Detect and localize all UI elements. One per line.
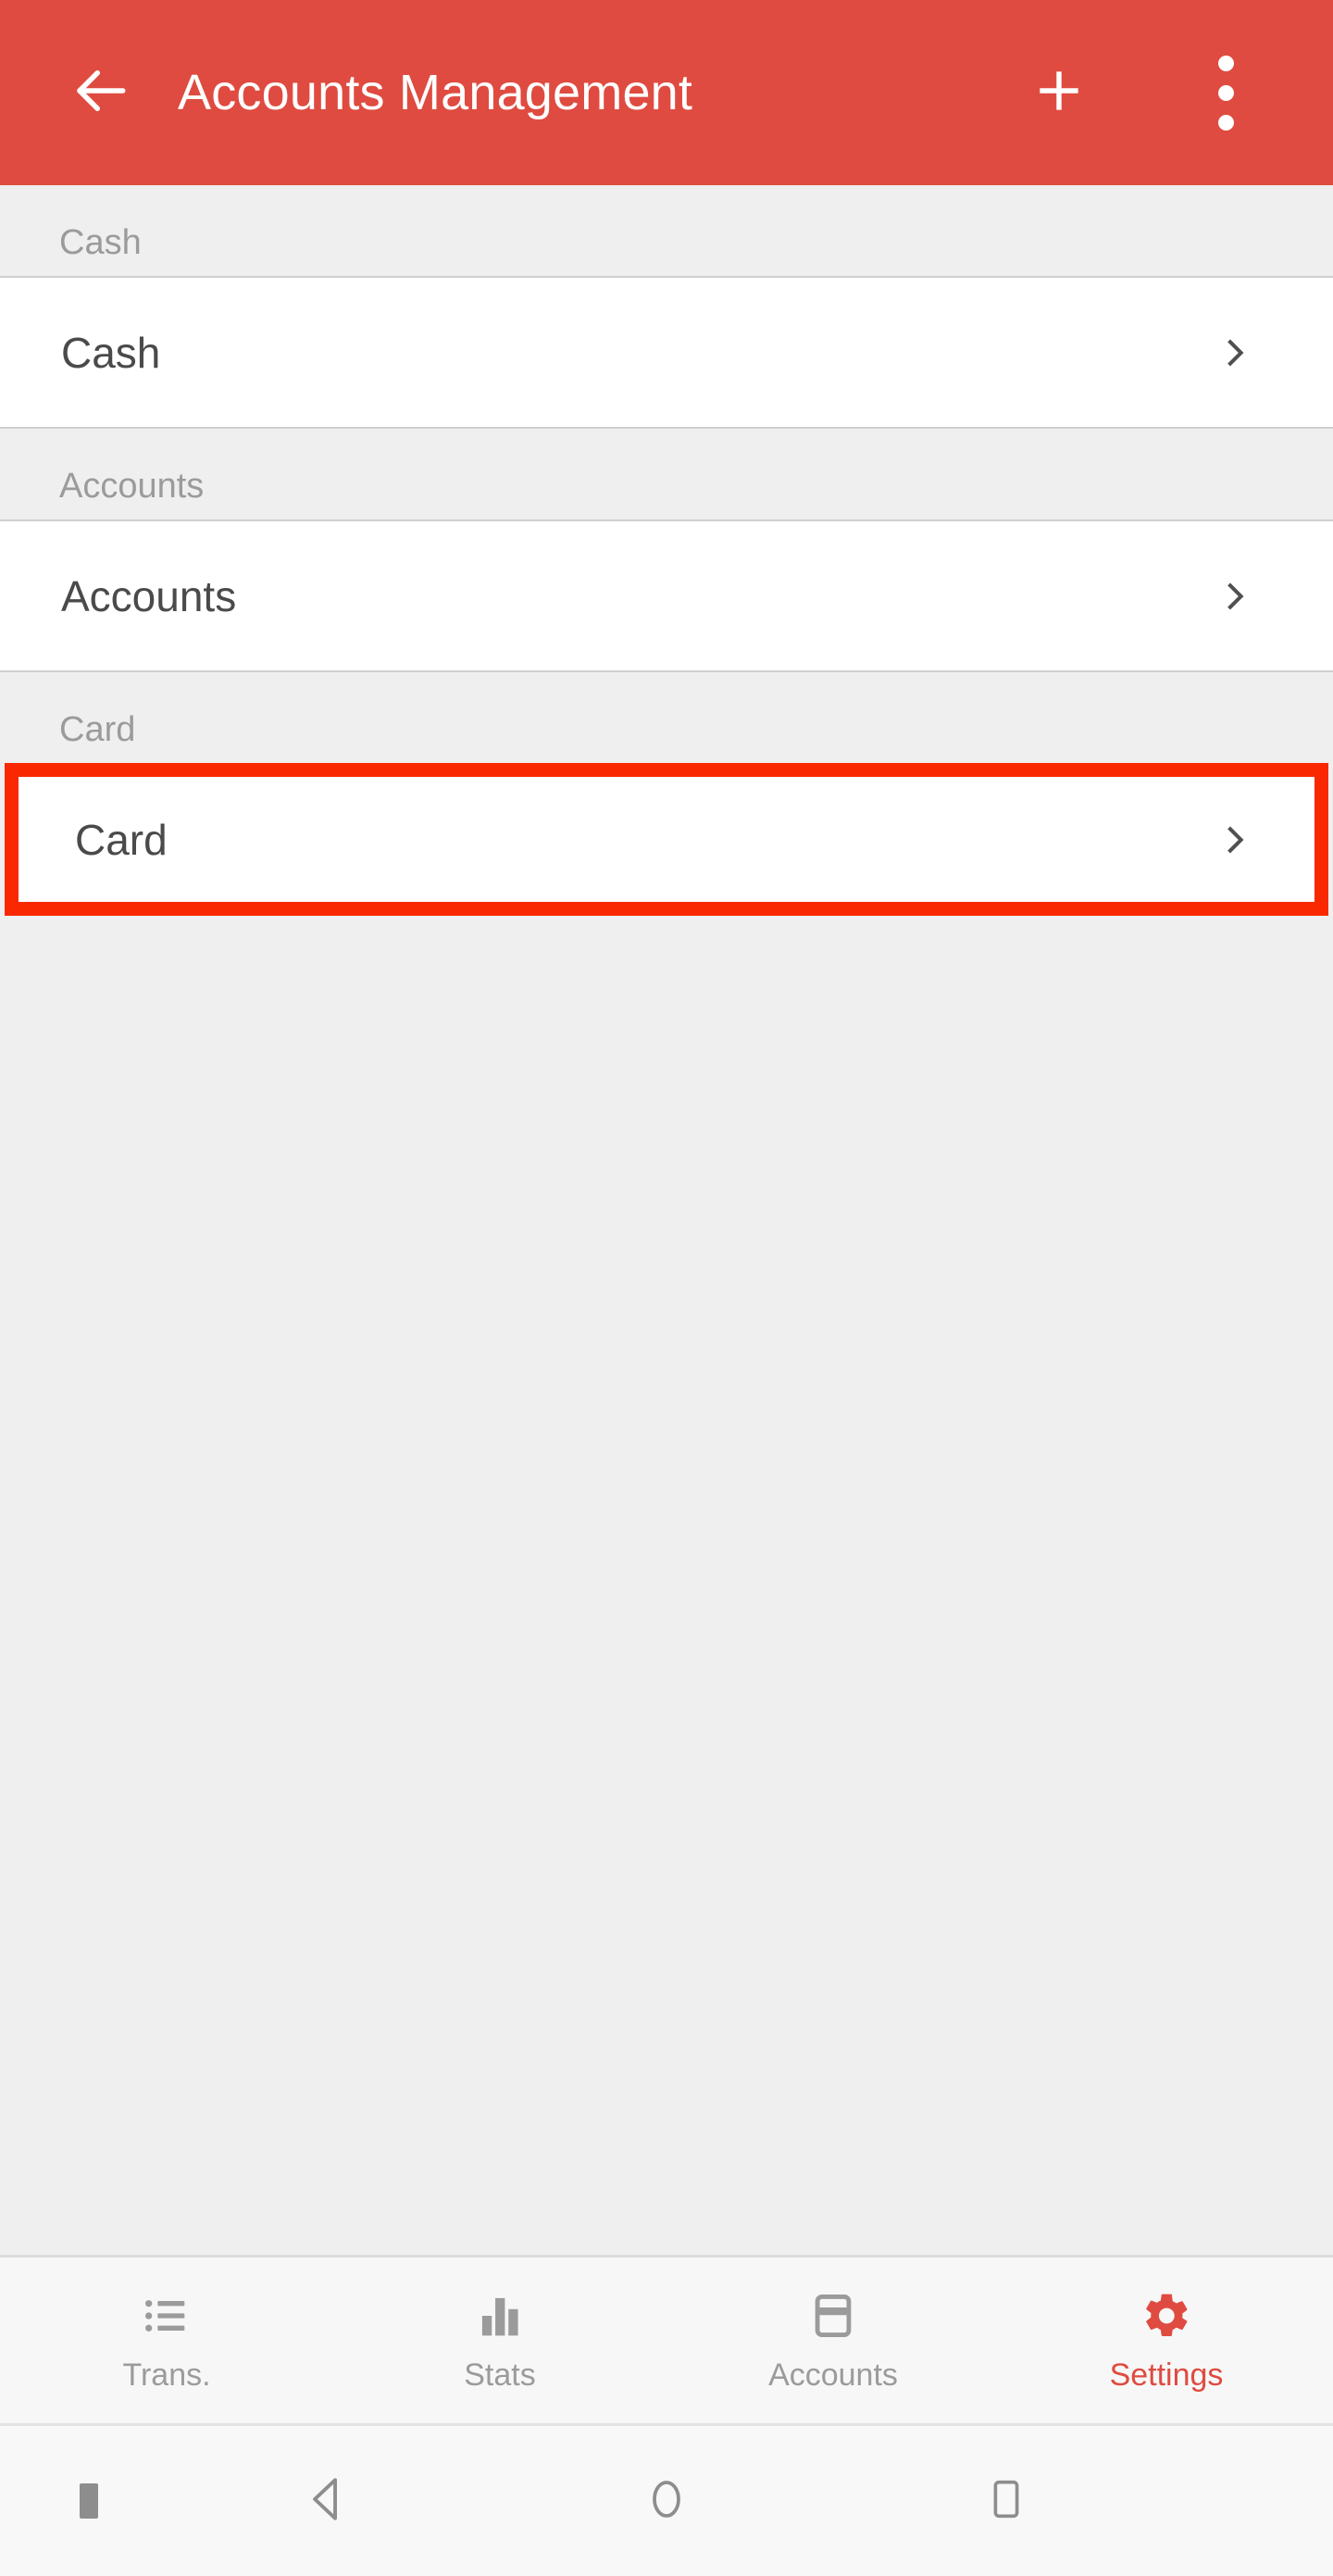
nav-tab-settings[interactable]: Settings [1000, 2287, 1333, 2394]
bottom-navigation: Trans. Stats Accounts Settings [0, 2255, 1333, 2426]
cash-row-label: Cash [61, 328, 161, 377]
highlight-box: Card [5, 763, 1328, 916]
card-row-label: Card [75, 815, 168, 864]
triangle-back-icon [298, 2470, 355, 2532]
system-recents-button[interactable] [836, 2472, 1176, 2531]
nav-tab-stats-label: Stats [464, 2357, 536, 2393]
nav-tab-trans-label: Trans. [122, 2357, 211, 2393]
app-bar: Accounts Management [0, 0, 1333, 185]
back-button[interactable] [44, 37, 156, 148]
app-screen: Accounts Management Cash Cash Accounts A… [0, 0, 1333, 2576]
card-row[interactable]: Card [19, 777, 1314, 902]
gear-icon [1140, 2287, 1192, 2345]
chevron-right-icon [1215, 332, 1255, 373]
status-marker-icon [80, 2483, 98, 2519]
chevron-right-icon [1215, 576, 1255, 617]
bar-chart-icon [475, 2287, 525, 2345]
cash-row[interactable]: Cash [0, 276, 1333, 429]
plus-icon [1030, 62, 1088, 124]
nav-tab-trans[interactable]: Trans. [0, 2287, 333, 2394]
section-header-card: Card [0, 672, 1333, 763]
nav-tab-settings-label: Settings [1109, 2357, 1224, 2393]
accounts-row-label: Accounts [61, 571, 237, 620]
section-header-cash: Cash [0, 185, 1333, 276]
system-home-button[interactable] [497, 2471, 837, 2532]
overflow-menu-icon [1217, 55, 1234, 131]
square-recents-icon [979, 2472, 1033, 2531]
chevron-right-icon [1215, 819, 1255, 860]
circle-home-icon [639, 2471, 694, 2532]
arrow-left-icon [69, 60, 131, 126]
nav-tab-accounts-label: Accounts [768, 2357, 898, 2393]
accounts-list: Cash Cash Accounts Accounts Card Card [0, 185, 1333, 2255]
section-header-accounts: Accounts [0, 429, 1333, 519]
overflow-menu-button[interactable] [1170, 37, 1281, 148]
system-back-button[interactable] [157, 2470, 497, 2532]
add-account-button[interactable] [1003, 37, 1115, 148]
accounts-row[interactable]: Accounts [0, 519, 1333, 672]
nav-tab-accounts[interactable]: Accounts [666, 2287, 1000, 2394]
system-navigation-bar [0, 2426, 1333, 2576]
nav-tab-stats[interactable]: Stats [333, 2287, 666, 2394]
credit-card-icon [806, 2287, 860, 2345]
page-title: Accounts Management [178, 65, 693, 120]
list-icon [140, 2287, 193, 2345]
